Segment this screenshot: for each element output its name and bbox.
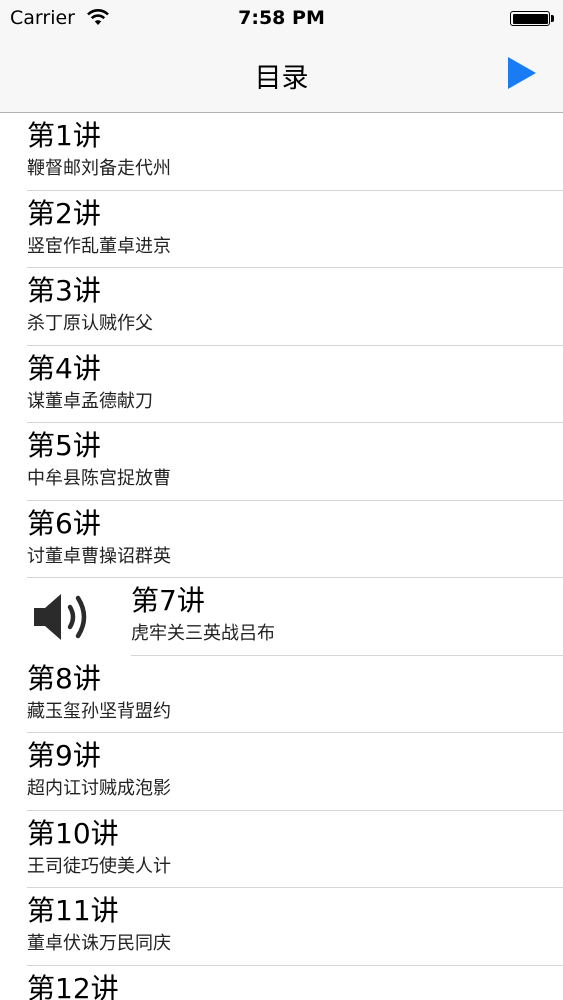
chapter-title: 第12讲 [27, 971, 119, 1000]
speaker-icon [34, 594, 87, 640]
chapter-title: 第4讲 [27, 351, 101, 385]
list-item[interactable]: 第5讲中牟县陈宫捉放曹 [0, 423, 563, 501]
list-item-content: 第12讲 [27, 966, 563, 1000]
battery-tip [551, 15, 554, 22]
list-item-content: 第9讲超内讧讨贼成泡影 [27, 733, 563, 811]
chapter-subtitle: 董卓伏诛万民同庆 [27, 933, 171, 954]
chapter-subtitle: 谋董卓孟德献刀 [27, 390, 153, 412]
chapter-title: 第6讲 [27, 506, 101, 540]
chapter-title: 第3讲 [27, 274, 101, 307]
list-item[interactable]: 第4讲谋董卓孟德献刀 [0, 346, 563, 423]
status-time: 7:58 PM [238, 7, 325, 29]
play-button[interactable] [500, 54, 540, 94]
list-item-content: 第5讲中牟县陈宫捉放曹 [27, 423, 563, 501]
battery-icon [510, 11, 550, 26]
chapter-title: 第10讲 [27, 816, 119, 850]
list-item[interactable]: 第10讲王司徒巧使美人计 [0, 811, 563, 888]
list-item-content: 第6讲讨董卓曹操诏群英 [27, 501, 563, 578]
list-item-content: 第3讲杀丁原认贼作父 [27, 268, 563, 346]
chapter-title: 第5讲 [27, 429, 101, 462]
list-item-content: 第2讲竖宦作乱董卓进京 [27, 191, 563, 268]
list-item-content: 第1讲鞭督邮刘备走代州 [27, 113, 563, 191]
chapter-subtitle: 虎牢关三英战吕布 [131, 623, 275, 644]
chapter-list: 第1讲鞭督邮刘备走代州第2讲竖宦作乱董卓进京第3讲杀丁原认贼作父第4讲谋董卓孟德… [0, 113, 563, 1000]
chapter-subtitle: 超内讧讨贼成泡影 [27, 778, 171, 799]
list-item[interactable]: 第2讲竖宦作乱董卓进京 [0, 191, 563, 268]
chapter-subtitle: 中牟县陈宫捉放曹 [27, 468, 171, 489]
play-icon [508, 57, 536, 89]
list-item-content: 第7讲虎牢关三英战吕布 [131, 578, 563, 656]
chapter-subtitle: 讨董卓曹操诏群英 [27, 545, 171, 567]
chapter-subtitle: 竖宦作乱董卓进京 [27, 235, 171, 257]
chapter-subtitle: 鞭督邮刘备走代州 [27, 158, 171, 179]
chapter-title: 第7讲 [131, 584, 205, 617]
list-item[interactable]: 第7讲虎牢关三英战吕布 [0, 578, 563, 656]
chapter-subtitle: 藏玉玺孙坚背盟约 [27, 700, 171, 722]
navigation-bar: 目录 [0, 38, 563, 113]
list-item-content: 第4讲谋董卓孟德献刀 [27, 346, 563, 423]
list-item-content: 第8讲藏玉玺孙坚背盟约 [27, 656, 563, 733]
chapter-subtitle: 杀丁原认贼作父 [27, 313, 153, 334]
chapter-title: 第2讲 [27, 196, 101, 230]
list-item[interactable]: 第8讲藏玉玺孙坚背盟约 [0, 656, 563, 733]
chapter-title: 第11讲 [27, 894, 119, 927]
status-bar: Carrier 7:58 PM [0, 0, 563, 38]
list-item[interactable]: 第6讲讨董卓曹操诏群英 [0, 501, 563, 578]
page-title: 目录 [254, 63, 309, 94]
list-item-content: 第11讲董卓伏诛万民同庆 [27, 888, 563, 966]
list-item[interactable]: 第9讲超内讧讨贼成泡影 [0, 733, 563, 811]
list-item-content: 第10讲王司徒巧使美人计 [27, 811, 563, 888]
list-item[interactable]: 第11讲董卓伏诛万民同庆 [0, 888, 563, 966]
list-item[interactable]: 第3讲杀丁原认贼作父 [0, 268, 563, 346]
chapter-title: 第8讲 [27, 661, 101, 695]
list-item[interactable]: 第1讲鞭督邮刘备走代州 [0, 113, 563, 191]
chapter-subtitle: 王司徒巧使美人计 [27, 855, 171, 877]
chapter-title: 第1讲 [27, 119, 101, 152]
chapter-title: 第9讲 [27, 739, 101, 772]
list-item[interactable]: 第12讲 [0, 966, 563, 1000]
